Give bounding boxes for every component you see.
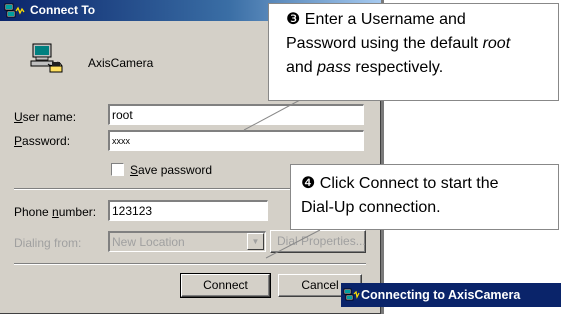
- dialing-from-select[interactable]: New Location: [108, 231, 266, 252]
- callout-step-4: ❹ Click Connect to start the Dial-Up con…: [290, 164, 559, 230]
- dialing-from-label: Dialing from:: [14, 236, 82, 250]
- dial-properties-button[interactable]: Dial Properties...: [270, 230, 366, 253]
- entry-name: AxisCamera: [88, 56, 154, 70]
- callout-step-4-line-2: Dial-Up connection.: [301, 199, 441, 216]
- callout-step-3-line-2: Password using the default root: [286, 35, 511, 52]
- password-input[interactable]: xxxx: [108, 130, 364, 151]
- separator-bottom: [14, 263, 366, 265]
- save-password-checkbox[interactable]: [111, 163, 124, 176]
- connecting-window-title: Connecting to AxisCamera: [361, 288, 521, 302]
- password-label: Password:: [14, 134, 71, 148]
- chevron-down-icon[interactable]: ▼: [247, 233, 264, 250]
- phone-number-label: Phone number:: [14, 205, 97, 219]
- callout-step-3-line-1: ❸ Enter a Username and: [286, 11, 466, 28]
- callout-step-3-line-3: and pass respectively.: [286, 59, 444, 76]
- username-label: User name:: [14, 110, 77, 124]
- connecting-window-titlebar[interactable]: Connecting to AxisCamera: [341, 283, 561, 307]
- dialup-connection-icon: [343, 288, 360, 301]
- callout-step-4-line-1: ❹ Click Connect to start the: [301, 175, 499, 192]
- window-title: Connect To: [30, 3, 96, 17]
- phone-number-input[interactable]: 123123: [108, 200, 268, 221]
- save-password-label[interactable]: Save password: [130, 163, 212, 177]
- callout-step-3: ❸ Enter a Username and Password using th…: [268, 3, 559, 101]
- username-input[interactable]: root: [108, 104, 364, 125]
- computer-phone-icon: [30, 43, 63, 73]
- connect-button[interactable]: Connect: [180, 273, 271, 298]
- dialup-connection-icon: [4, 3, 25, 18]
